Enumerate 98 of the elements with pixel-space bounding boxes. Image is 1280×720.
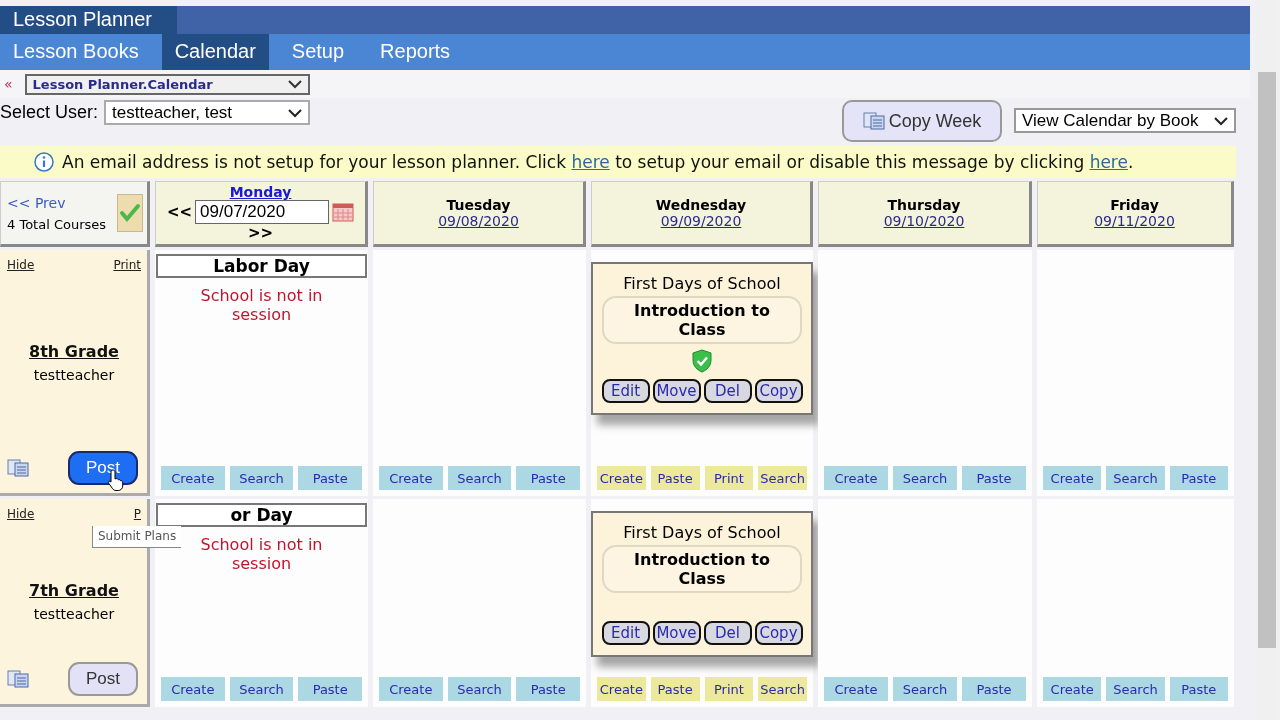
action-button[interactable]: Paste [516, 466, 580, 490]
lesson-title[interactable]: Introduction to Class [602, 545, 802, 593]
action-button[interactable]: Search [1106, 677, 1165, 701]
date-link[interactable]: 09/08/2020 [438, 213, 519, 229]
lesson-button[interactable]: Move [652, 379, 701, 403]
dropdown-icon [1214, 115, 1228, 126]
action-button[interactable]: Paste [650, 466, 700, 490]
notice-text: An email address is not setup for your lesson planner. Click here to setup your email or disable this message by clicking here. [62, 152, 1134, 172]
holiday-note: School is not in session [199, 286, 324, 324]
action-button[interactable]: Create [597, 466, 646, 490]
action-button[interactable]: Paste [298, 466, 362, 490]
select-user-label: Select User: [0, 102, 99, 123]
dropdown-icon [288, 107, 303, 118]
shield-check-icon [691, 349, 713, 373]
date-field[interactable]: 09/07/2020 [195, 200, 330, 224]
post-button[interactable]: Post [68, 451, 138, 485]
action-button[interactable]: Paste [962, 677, 1026, 701]
setup-link[interactable]: here [1089, 152, 1128, 172]
info-icon [34, 152, 54, 172]
action-button[interactable]: Paste [298, 677, 362, 701]
date-link[interactable]: 09/09/2020 [660, 213, 742, 229]
copy-week-button[interactable]: Copy Week [842, 100, 1002, 142]
nav-tab[interactable]: Setup [278, 34, 358, 70]
lesson-button[interactable]: Copy [754, 621, 803, 645]
next-week-link[interactable]: >> [247, 224, 274, 242]
day-name: Tuesday [446, 197, 511, 213]
teacher-name: testteacher [33, 606, 115, 622]
lesson-button[interactable]: Del [703, 621, 752, 645]
unit-title: First Days of School [623, 523, 781, 542]
action-button[interactable]: Create [597, 677, 646, 701]
holiday-note: School is not in session [199, 535, 324, 573]
lesson-button[interactable]: Move [652, 621, 701, 645]
scrollbar[interactable] [1256, 0, 1278, 720]
date-link[interactable]: 09/11/2020 [1094, 213, 1175, 229]
action-button[interactable]: Create [824, 677, 888, 701]
action-button[interactable]: Search [893, 677, 957, 701]
action-button[interactable]: Create [161, 677, 225, 701]
nav-tab[interactable]: Calendar [161, 34, 269, 70]
lesson-title[interactable]: Introduction to Class [602, 296, 802, 344]
day-name: Thursday [887, 197, 961, 213]
day-link[interactable]: Monday [229, 184, 292, 200]
action-button[interactable]: Paste [650, 677, 700, 701]
action-button[interactable]: Print [704, 466, 754, 490]
nav-tab[interactable]: Reports [367, 34, 464, 70]
view-select[interactable]: View Calendar by Book [1014, 108, 1236, 133]
lesson-button[interactable]: Edit [601, 379, 650, 403]
date-link[interactable]: 09/10/2020 [883, 213, 965, 229]
action-button[interactable]: Paste [1169, 466, 1228, 490]
previous-week-link[interactable]: << [166, 203, 193, 221]
tooltip: Submit Plans [92, 526, 182, 548]
teacher-name: testteacher [33, 367, 115, 383]
action-button[interactable]: Search [447, 677, 512, 701]
action-button[interactable]: Paste [962, 466, 1026, 490]
total-courses: 4 Total Courses [7, 216, 107, 232]
action-button[interactable]: Create [379, 677, 443, 701]
action-button[interactable]: Create [379, 466, 443, 490]
nav-tab[interactable]: Lesson Books [0, 34, 152, 70]
action-button[interactable]: Create [1043, 677, 1102, 701]
user-select[interactable]: testteacher, test [104, 100, 311, 125]
dropdown-icon [287, 79, 302, 89]
prev-link[interactable]: << Prev [7, 194, 107, 211]
action-button[interactable]: Search [229, 466, 294, 490]
lesson-button[interactable]: Del [703, 379, 752, 403]
action-button[interactable]: Create [1043, 466, 1102, 490]
action-button[interactable]: Paste [516, 677, 580, 701]
action-button[interactable]: Search [893, 466, 957, 490]
unit-title: First Days of School [623, 274, 781, 293]
copy-icon [7, 670, 29, 688]
print-link[interactable]: P [133, 507, 141, 521]
app-title: Lesson Planner [0, 6, 177, 34]
action-button[interactable]: Search [1106, 466, 1165, 490]
holiday-title: or Day [156, 503, 367, 527]
setup-link[interactable]: here [571, 152, 610, 172]
check-button-icon [117, 194, 143, 232]
calendar-icon [332, 202, 355, 222]
action-button[interactable]: Search [229, 677, 294, 701]
lesson-button[interactable]: Edit [601, 621, 650, 645]
course-name[interactable]: 8th Grade [29, 342, 119, 361]
action-button[interactable]: Paste [1169, 677, 1228, 701]
action-button[interactable]: Search [758, 677, 807, 701]
hide-link[interactable]: Hide [7, 258, 35, 272]
hide-link[interactable]: Hide [7, 507, 35, 521]
action-button[interactable]: Search [447, 466, 512, 490]
action-button[interactable]: Create [161, 466, 225, 490]
action-button[interactable]: Create [824, 466, 888, 490]
course-name[interactable]: 7th Grade [29, 581, 119, 600]
holiday-title: Labor Day [156, 254, 367, 278]
copy-icon [862, 112, 885, 130]
day-name: Friday [1110, 197, 1159, 213]
page-select[interactable]: Lesson Planner.Calendar [24, 73, 310, 95]
copy-icon [7, 459, 29, 477]
lesson-button[interactable]: Copy [754, 379, 803, 403]
back-link[interactable]: « [4, 76, 13, 92]
day-name: Wednesday [655, 197, 747, 213]
print-link[interactable]: Print [113, 258, 141, 272]
post-button[interactable]: Post [68, 662, 138, 696]
action-button[interactable]: Print [704, 677, 754, 701]
action-button[interactable]: Search [758, 466, 807, 490]
